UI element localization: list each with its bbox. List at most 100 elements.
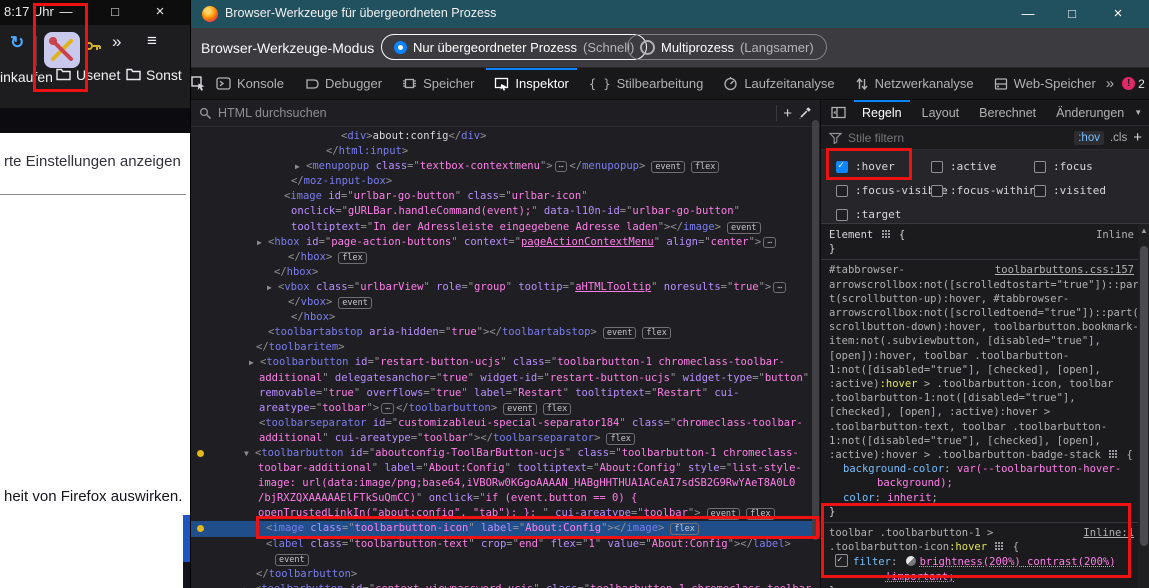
minimize-button[interactable]: — (55, 2, 77, 22)
refresh-icon[interactable]: ↻ (10, 33, 24, 53)
html-search-bar[interactable]: HTML durchsuchen + (191, 100, 820, 127)
selector-highlighter-icon[interactable] (882, 230, 891, 238)
stylesheet-source-link[interactable]: Inline:1 (1083, 526, 1134, 540)
event-badge[interactable]: event (651, 161, 685, 173)
flex-badge[interactable]: flex (670, 523, 698, 535)
pseudo-class-toggle[interactable]: :hov (1074, 131, 1104, 145)
tab-laufzeitanalyse[interactable]: Laufzeitanalyse (713, 68, 844, 99)
pseudo-checkbox-focus[interactable]: :focus (1034, 160, 1093, 173)
markup-line[interactable]: ▶<hbox id="page-action-buttons" context=… (191, 235, 820, 250)
tab-speicher[interactable]: Speicher (392, 68, 484, 99)
hamburger-menu-icon[interactable]: ≡ (147, 31, 157, 51)
markup-line[interactable]: areatype="toolbar">⋯</toolbarbutton>even… (191, 401, 820, 416)
flex-badge[interactable]: flex (691, 161, 719, 173)
key-icon[interactable] (84, 37, 102, 55)
markup-line[interactable]: /bjRXZQXAAAAAElFTkSuQmCC)" onclick="if (… (191, 491, 820, 506)
markup-line[interactable]: onclick="gURLBar.handleCommand(event);" … (191, 204, 820, 219)
selector-highlighter-icon[interactable] (995, 542, 1004, 550)
mode-option-multiprocess[interactable]: Multiprozess (Langsamer) (627, 34, 827, 60)
scroll-up-icon[interactable]: ▲ (1138, 224, 1149, 238)
markup-scrollbar[interactable] (812, 102, 819, 586)
markup-line[interactable]: </html:input> (191, 144, 820, 159)
markup-line[interactable]: tooltiptext="In der Adressleiste eingege… (191, 220, 820, 235)
pseudo-checkbox-active[interactable]: :active (931, 160, 996, 173)
pseudo-checkbox-visited[interactable]: :visited (1034, 184, 1106, 197)
checkbox-unchecked-icon[interactable] (836, 209, 848, 221)
sidebar-tab-berechnet[interactable]: Berechnet (969, 100, 1046, 125)
checkbox-unchecked-icon[interactable] (931, 161, 943, 173)
event-badge[interactable]: event (603, 327, 637, 339)
devtools-toolbar-button[interactable] (44, 32, 80, 68)
markup-line[interactable]: image: url(data:image/png;base64,iVBORw0… (191, 476, 820, 491)
checkbox-unchecked-icon[interactable] (836, 185, 848, 197)
close-button[interactable]: × (149, 2, 171, 22)
event-badge[interactable]: event (338, 297, 372, 309)
scrollbar-thumb[interactable] (812, 120, 819, 540)
tab-inspektor[interactable]: Inspektor (484, 68, 578, 99)
flex-badge[interactable]: flex (606, 433, 634, 445)
add-rule-icon[interactable]: + (1133, 129, 1142, 146)
checkbox-unchecked-icon[interactable] (931, 185, 943, 197)
filter-swatch-icon[interactable] (906, 556, 916, 566)
markup-line[interactable]: <label class="toolbarbutton-text" crop="… (191, 537, 820, 552)
markup-line-selected[interactable]: <image class="toolbarbutton-icon" label=… (191, 521, 820, 536)
markup-line[interactable]: <div>about:config</div> (191, 129, 820, 144)
tab-netzwerkanalyse[interactable]: Netzwerkanalyse (845, 68, 984, 99)
markup-line[interactable]: <image id="urlbar-go-button" class="urlb… (191, 189, 820, 204)
ellipsis-badge[interactable]: ⋯ (773, 282, 786, 293)
flex-badge[interactable]: flex (642, 327, 670, 339)
flex-badge[interactable]: flex (746, 508, 774, 520)
tab-debugger[interactable]: Debugger (294, 68, 392, 99)
ellipsis-badge[interactable]: ⋯ (763, 237, 776, 248)
ellipsis-badge[interactable]: ⋯ (555, 161, 568, 172)
bookmark-item[interactable]: Usenet (56, 67, 120, 83)
flex-badge[interactable]: flex (338, 252, 366, 264)
declaration-checkbox-checked[interactable] (835, 554, 848, 567)
rules-scrollbar[interactable]: ▲ (1138, 224, 1149, 588)
maximize-button[interactable]: □ (104, 2, 126, 22)
sidebar-tab-änderungen[interactable]: Änderungen (1046, 100, 1134, 125)
markup-line[interactable]: <toolbarseparator id="customizableui-spe… (191, 416, 820, 431)
markup-line[interactable]: </toolbarbutton> (191, 567, 820, 582)
pick-element-icon[interactable] (191, 68, 206, 99)
collapse-arrow-icon[interactable]: ▼ (244, 446, 255, 461)
expand-arrow-icon[interactable]: ▶ (295, 159, 306, 174)
markup-line[interactable]: </moz-input-box> (191, 174, 820, 189)
overflow-chevron-icon[interactable]: » (112, 32, 121, 52)
markup-line[interactable]: toolbar-additional" label="About:Config"… (191, 461, 820, 476)
style-filter-bar[interactable]: Stile filtern :hov .cls + (821, 126, 1149, 150)
sidebar-tab-regeln[interactable]: Regeln (852, 100, 912, 125)
markup-line[interactable]: ▶<vbox class="urlbarView" role="group" t… (191, 280, 820, 295)
page-link-text[interactable]: rte Einstellungen anzeigen (4, 153, 181, 170)
bookmark-item[interactable]: Sonst (126, 67, 182, 83)
markup-line[interactable]: openTrustedLinkIn("about:config", "tab")… (191, 506, 820, 521)
collapse-sidebar-icon[interactable] (821, 106, 852, 119)
markup-line[interactable]: ▶<toolbarbutton id="context-viewpassword… (191, 582, 820, 588)
expand-arrow-icon[interactable]: ▶ (249, 355, 260, 370)
tab-konsole[interactable]: Konsole (206, 68, 294, 99)
event-badge[interactable]: event (727, 222, 761, 234)
maximize-button[interactable]: □ (1057, 4, 1087, 24)
close-button[interactable]: × (1103, 4, 1133, 24)
expand-arrow-icon[interactable]: ▶ (267, 280, 278, 295)
add-node-icon[interactable]: + (783, 105, 792, 122)
stylesheet-source-link[interactable]: toolbarbuttons.css:157 (995, 263, 1134, 277)
sidebar-tab-dropdown-icon[interactable]: ▼ (1134, 108, 1149, 117)
mode-option-parent-process[interactable]: Nur übergeordneter Prozess (Schnell) (381, 34, 647, 60)
expand-arrow-icon[interactable]: ▶ (257, 235, 268, 250)
error-count-badge[interactable]: ! 2 (1122, 77, 1145, 91)
checkbox-unchecked-icon[interactable] (1034, 161, 1046, 173)
markup-line[interactable]: event (191, 552, 820, 567)
flex-badge[interactable]: flex (543, 403, 571, 415)
sidebar-tab-layout[interactable]: Layout (912, 100, 970, 125)
markup-line[interactable]: removable="true" overflows="true" label=… (191, 386, 820, 401)
expand-arrow-icon[interactable]: ▶ (244, 582, 255, 588)
scrollbar-thumb[interactable] (1140, 246, 1148, 546)
markup-line[interactable]: </toolbaritem> (191, 340, 820, 355)
markup-line[interactable]: </hbox> (191, 265, 820, 280)
markup-line[interactable]: additional" delegatesanchor="true" widge… (191, 371, 820, 386)
ellipsis-badge[interactable]: ⋯ (381, 403, 394, 414)
markup-line[interactable]: <toolbartabstop aria-hidden="true"></too… (191, 325, 820, 340)
pseudo-checkbox-target[interactable]: :target (836, 208, 901, 221)
markup-line[interactable]: </hbox> (191, 310, 820, 325)
